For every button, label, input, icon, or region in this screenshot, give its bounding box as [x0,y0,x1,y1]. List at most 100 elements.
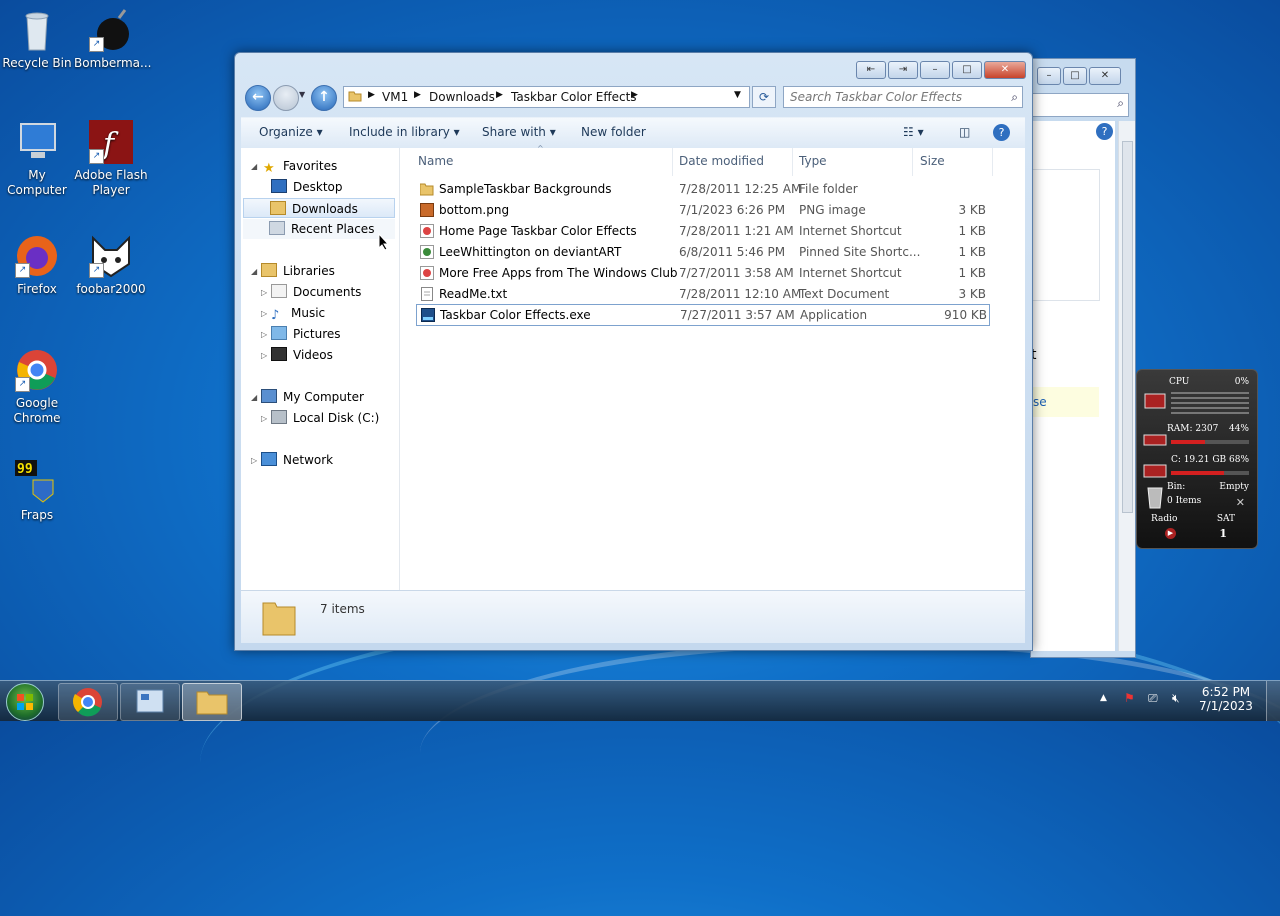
breadcrumb-separator-icon[interactable]: ▶ [496,90,503,100]
taskbar-explorer-button-active[interactable] [182,683,242,721]
nav-downloads[interactable]: Downloads [243,198,395,218]
desktop-icon-recycle-bin[interactable]: Recycle Bin [0,8,74,71]
expand-arrow-icon[interactable]: ▷ [261,309,267,318]
file-row[interactable]: bottom.png 7/1/2023 6:26 PM PNG image 3 … [416,200,988,220]
nav-favorites[interactable]: ★ Favorites [263,156,337,176]
breadcrumb-taskbar-color-effects[interactable]: Taskbar Color Effects [511,90,637,104]
file-row-selected[interactable]: Taskbar Color Effects.exe 7/27/2011 3:57… [416,304,990,326]
file-row[interactable]: LeeWhittington on deviantART 6/8/2011 5:… [416,242,988,262]
column-header-size[interactable]: Size [920,154,945,168]
file-row[interactable]: SampleTaskbar Backgrounds 7/28/2011 12:2… [416,179,988,199]
minimize-button[interactable]: – [920,61,950,79]
column-divider[interactable] [992,148,993,176]
computer-icon [15,120,59,164]
snap-left-button[interactable]: ⇤ [856,61,886,79]
desktop-icon-google-chrome[interactable]: ↗ Google Chrome [0,348,74,426]
breadcrumb-separator-icon[interactable]: ▶ [631,90,638,100]
nav-music[interactable]: ♪ Music [271,303,325,323]
help-icon[interactable]: ? [1096,123,1113,140]
empty-bin-x-icon[interactable]: ✕ [1236,496,1245,509]
nav-network[interactable]: Network [261,450,333,470]
nav-videos[interactable]: Videos [271,345,333,365]
back-button[interactable]: ← [245,85,271,111]
action-center-flag-icon[interactable]: ⚑ [1124,691,1135,705]
show-desktop-button[interactable] [1266,681,1280,721]
vertical-scrollbar[interactable] [1118,121,1135,651]
address-dropdown-icon[interactable]: ▼ [734,90,741,100]
radio-play-icon[interactable]: ▶ [1165,528,1176,539]
column-divider[interactable] [672,148,673,176]
show-hidden-icons-button[interactable]: ▲ [1100,693,1107,703]
nav-pictures[interactable]: Pictures [271,324,341,344]
nav-desktop[interactable]: Desktop [271,177,343,197]
column-divider[interactable] [792,148,793,176]
network-tray-icon[interactable]: ⎚ [1148,691,1158,706]
help-icon[interactable]: ? [993,124,1010,141]
minimize-button[interactable]: – [1037,67,1061,85]
file-row[interactable]: More Free Apps from The Windows Club 7/2… [416,263,988,283]
file-type: Pinned Site Shortc... [799,245,921,259]
file-row[interactable]: Home Page Taskbar Color Effects 7/28/201… [416,221,988,241]
taskbar-control-panel-button[interactable] [120,683,180,721]
snap-right-button[interactable]: ⇥ [888,61,918,79]
breadcrumb-downloads[interactable]: Downloads [429,90,495,104]
breadcrumb-vm1[interactable]: VM1 [382,90,408,104]
background-explorer-window[interactable]: – □ ✕ ⌕ t se ? [1030,58,1136,658]
up-button[interactable]: ↑ [311,85,337,111]
clock[interactable]: 6:52 PM 7/1/2023 [1196,685,1256,713]
volume-muted-icon[interactable]: 🔇︎ [1172,691,1180,706]
nav-documents[interactable]: Documents [271,282,361,302]
forward-button[interactable] [273,85,299,111]
close-button[interactable]: ✕ [984,61,1026,79]
scrollbar-thumb[interactable] [1122,141,1133,513]
desktop-icon-fraps[interactable]: 99 Fraps [0,460,74,523]
collapse-arrow-icon[interactable]: ◢ [251,393,257,402]
column-header-date-modified[interactable]: Date modified [679,154,764,168]
expand-arrow-icon[interactable]: ▷ [261,414,267,423]
explorer-window[interactable]: ⇤ ⇥ – □ ✕ ← ▼ ↑ ▶ VM1 ▶ Downloads ▶ Task… [234,52,1033,651]
collapse-arrow-icon[interactable]: ◢ [251,162,257,171]
recent-pages-dropdown-icon[interactable]: ▼ [299,90,305,99]
organize-button[interactable]: Organize ▾ [259,125,323,139]
address-bar[interactable]: ▶ VM1 ▶ Downloads ▶ Taskbar Color Effect… [343,86,750,108]
column-divider[interactable] [912,148,913,176]
expand-arrow-icon[interactable]: ▷ [251,456,257,465]
file-size: 3 KB [958,203,986,217]
file-row[interactable]: ReadMe.txt 7/28/2011 12:10 AM Text Docum… [416,284,988,304]
maximize-button[interactable]: □ [1063,67,1087,85]
maximize-button[interactable]: □ [952,61,982,79]
new-folder-button[interactable]: New folder [581,125,646,139]
preview-pane-icon[interactable]: ◫ [959,125,970,139]
start-button[interactable] [6,683,44,721]
search-box[interactable]: ⌕ [1031,93,1129,117]
column-header-name[interactable]: Name [418,154,453,168]
nav-my-computer[interactable]: My Computer [261,387,364,407]
system-monitor-gadget[interactable]: CPU 0% RAM: 2307 44% C: 19.21 GB 68% Bin… [1136,369,1258,549]
breadcrumb-separator-icon[interactable]: ▶ [414,90,421,100]
recent-places-icon [269,221,285,235]
search-input[interactable]: Search Taskbar Color Effects ⌕ [783,86,1023,108]
desktop-icon-firefox[interactable]: ↗ Firefox [0,234,74,297]
expand-arrow-icon[interactable]: ▷ [261,288,267,297]
breadcrumb-separator-icon[interactable]: ▶ [368,90,375,100]
expand-arrow-icon[interactable]: ▷ [261,330,267,339]
partial-link[interactable]: se [1033,395,1047,409]
file-name: Taskbar Color Effects.exe [440,308,591,322]
view-options-icon[interactable]: ☷ ▾ [903,125,924,139]
column-header-type[interactable]: Type [799,154,827,168]
desktop-icon-bomberman[interactable]: ↗ Bomberma... [74,8,151,71]
desktop-icon-adobe-flash[interactable]: f ↗ Adobe Flash Player [74,120,148,198]
close-button[interactable]: ✕ [1089,67,1121,85]
include-in-library-button[interactable]: Include in library ▾ [349,125,460,139]
nav-local-disk[interactable]: Local Disk (C:) [271,408,379,428]
nav-libraries[interactable]: Libraries [261,261,335,281]
expand-arrow-icon[interactable]: ▷ [261,351,267,360]
explorer-folder-icon [196,691,228,715]
nav-recent-places[interactable]: Recent Places [243,219,395,239]
share-with-button[interactable]: Share with ▾ [482,125,556,139]
desktop-icon-foobar2000[interactable]: ↗ foobar2000 [74,234,148,297]
desktop-icon-my-computer[interactable]: My Computer [0,120,74,198]
refresh-icon[interactable]: ⟳ [752,86,776,108]
collapse-arrow-icon[interactable]: ◢ [251,267,257,276]
taskbar-chrome-button[interactable] [58,683,118,721]
